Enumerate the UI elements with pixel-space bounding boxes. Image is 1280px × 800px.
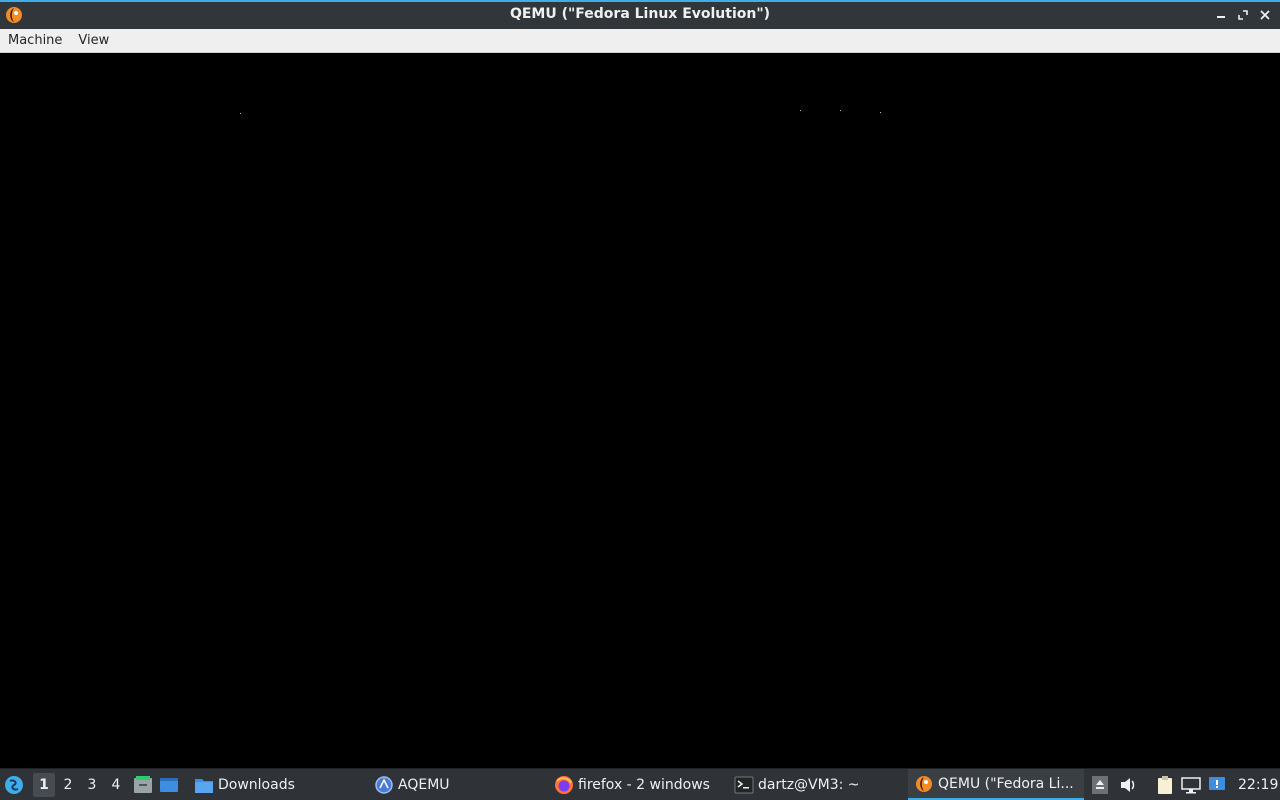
minimize-icon[interactable] xyxy=(1212,6,1230,24)
task-firefox[interactable]: firefox - 2 windows xyxy=(554,769,710,800)
close-icon[interactable] xyxy=(1256,6,1274,24)
show-desktop-icon[interactable] xyxy=(159,775,179,795)
clipboard-icon[interactable] xyxy=(1155,775,1175,795)
aqemu-icon xyxy=(374,775,394,795)
task-qemu[interactable]: QEMU ("Fedora Li... xyxy=(908,769,1084,800)
task-downloads[interactable]: Downloads xyxy=(194,769,295,800)
screen-artifact xyxy=(840,110,841,111)
folder-icon xyxy=(194,775,214,795)
clock[interactable]: 22:19 xyxy=(1238,777,1278,793)
screen-artifact xyxy=(880,112,881,113)
network-icon[interactable] xyxy=(1181,775,1201,795)
update-icon[interactable] xyxy=(1207,775,1227,795)
window-titlebar[interactable]: QEMU ("Fedora Linux Evolution") xyxy=(0,0,1280,29)
task-label: Downloads xyxy=(218,776,295,793)
start-menu-icon[interactable] xyxy=(4,775,24,795)
task-label: firefox - 2 windows xyxy=(578,776,710,793)
eject-icon[interactable] xyxy=(1090,775,1110,795)
desktop-1-button[interactable]: 1 xyxy=(33,772,55,797)
firefox-icon xyxy=(554,775,574,795)
task-label: QEMU ("Fedora Li... xyxy=(938,775,1074,792)
menu-view[interactable]: View xyxy=(70,30,117,52)
volume-icon[interactable] xyxy=(1118,775,1138,795)
menubar: Machine View xyxy=(0,29,1280,53)
taskbar: 1 2 3 4 Downloads AQEMU firefox - 2 wind… xyxy=(0,768,1280,800)
task-label: AQEMU xyxy=(398,776,450,793)
file-manager-icon[interactable] xyxy=(133,775,153,795)
vm-display[interactable] xyxy=(0,53,1280,768)
screen-artifact xyxy=(240,113,241,114)
desktop-2-button[interactable]: 2 xyxy=(57,773,79,797)
desktop-4-button[interactable]: 4 xyxy=(105,773,127,797)
task-terminal[interactable]: dartz@VM3: ~ xyxy=(734,769,860,800)
desktop-3-button[interactable]: 3 xyxy=(81,773,103,797)
task-label: dartz@VM3: ~ xyxy=(758,776,860,793)
terminal-icon xyxy=(734,775,754,795)
maximize-icon[interactable] xyxy=(1234,6,1252,24)
window-title: QEMU ("Fedora Linux Evolution") xyxy=(509,6,771,22)
task-aqemu[interactable]: AQEMU xyxy=(374,769,450,800)
screen-artifact xyxy=(800,110,801,111)
menu-machine[interactable]: Machine xyxy=(0,30,70,52)
qemu-icon xyxy=(914,774,934,794)
